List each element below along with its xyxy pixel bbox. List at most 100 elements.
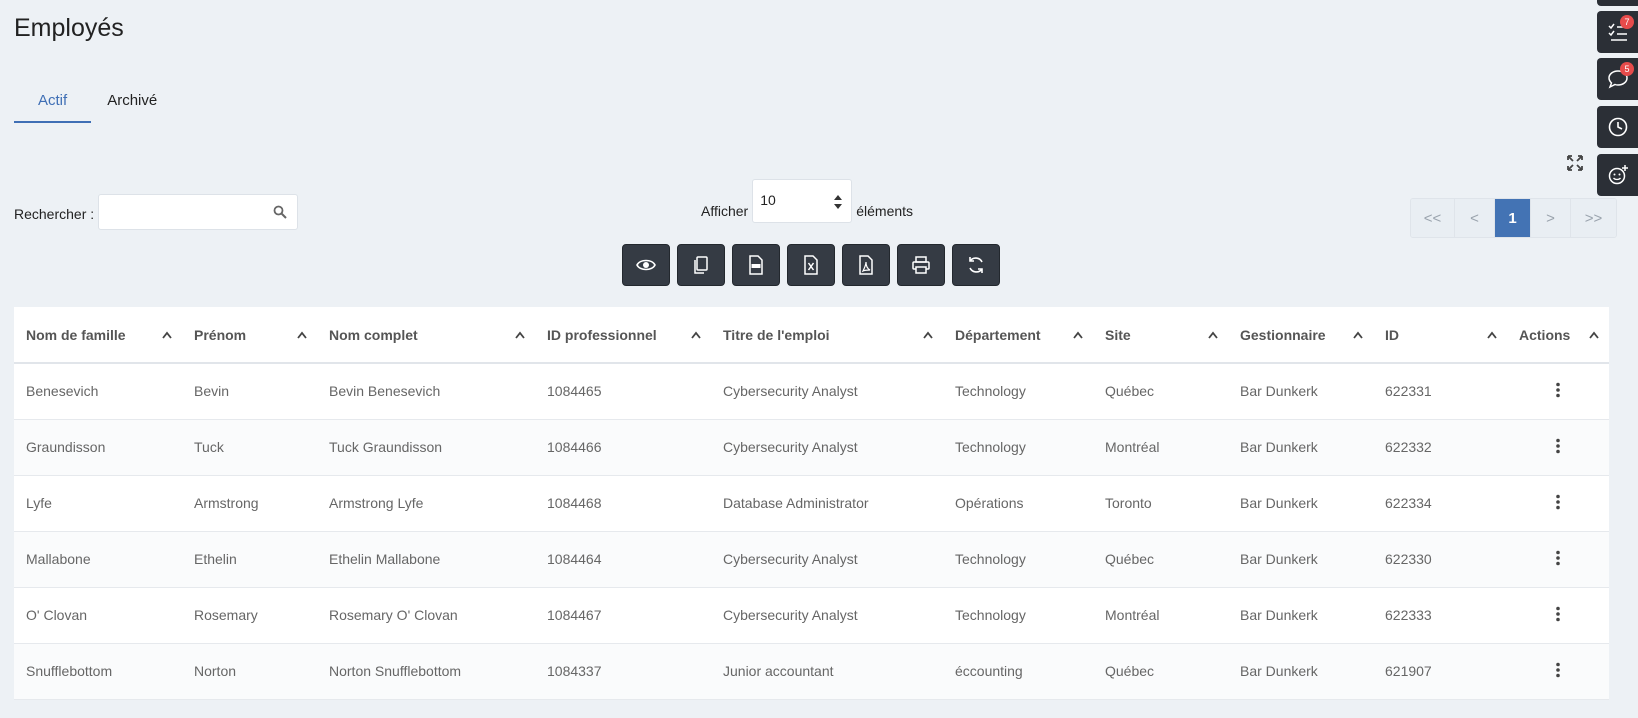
table-cell: Bar Dunkerk (1228, 475, 1373, 532)
column-header[interactable]: ID (1373, 307, 1507, 364)
table-cell: Opérations (943, 475, 1093, 532)
column-header-label: Actions (1519, 326, 1571, 343)
actions-cell (1507, 587, 1609, 644)
employees-table: Nom de famille Prénom Nom complet ID pro… (14, 307, 1609, 700)
column-header[interactable]: Actions (1507, 307, 1609, 364)
table-cell: Québec (1093, 363, 1228, 420)
sort-up-icon (297, 331, 307, 339)
kebab-menu-icon[interactable] (1555, 606, 1561, 622)
table-row[interactable]: Snufflebottom Norton Norton Snufflebottom 1… (14, 643, 1609, 700)
expand-icon[interactable] (1566, 154, 1584, 172)
column-header[interactable]: Prénom (182, 307, 317, 364)
table-cell: Graundisson (14, 419, 182, 476)
table-cell: Bar Dunkerk (1228, 643, 1373, 700)
column-header-label: Prénom (194, 326, 247, 343)
tab-archived[interactable]: Archivé (91, 86, 181, 123)
column-header[interactable]: Département (943, 307, 1093, 364)
time-button[interactable] (1597, 106, 1638, 148)
copy-icon (694, 256, 708, 274)
page-first-button[interactable]: << (1411, 199, 1455, 237)
table-cell: Technology (943, 531, 1093, 588)
column-header-label: Département (955, 326, 1041, 343)
table-cell: Québec (1093, 643, 1228, 700)
csv-button[interactable] (732, 244, 780, 286)
kebab-menu-icon[interactable] (1555, 382, 1561, 398)
copy-button[interactable] (677, 244, 725, 286)
column-header[interactable]: Nom de famille (14, 307, 182, 364)
search-box[interactable] (98, 194, 299, 230)
table-cell: Bevin (182, 363, 317, 420)
length-label-after: éléments (856, 203, 914, 219)
smiley-add-icon (1608, 165, 1628, 185)
feedback-button[interactable] (1597, 154, 1638, 196)
excel-button[interactable] (787, 244, 835, 286)
refresh-button[interactable] (952, 244, 1000, 286)
table-cell: 1084467 (535, 587, 711, 644)
tab-active[interactable]: Actif (14, 86, 92, 123)
page-next-button[interactable]: > (1531, 199, 1571, 237)
export-toolbar (622, 244, 1007, 286)
page-length: Afficher 10 éléments (701, 179, 913, 223)
table-header-row: Nom de famille Prénom Nom complet ID pro… (14, 307, 1609, 364)
table-cell: Montréal (1093, 587, 1228, 644)
table-cell: Cybersecurity Analyst (711, 587, 943, 644)
page-length-select[interactable]: 10 (752, 179, 853, 223)
table-cell: Cybersecurity Analyst (711, 419, 943, 476)
tasks-badge: 7 (1620, 15, 1634, 29)
pdf-icon (859, 255, 873, 275)
table-row[interactable]: Benesevich Bevin Bevin Benesevich 1084465 Cy… (14, 363, 1609, 420)
table-cell: éccounting (943, 643, 1093, 700)
table-cell: O' Clovan (14, 587, 182, 644)
column-header[interactable]: ID professionnel (535, 307, 711, 364)
sort-up-icon (923, 331, 933, 339)
page-prev-button[interactable]: < (1455, 199, 1495, 237)
tasks-button[interactable]: 7 (1597, 11, 1638, 53)
search-label: Rechercher : (14, 206, 95, 222)
kebab-menu-icon[interactable] (1555, 438, 1561, 454)
column-header[interactable]: Nom complet (317, 307, 535, 364)
table-cell: Technology (943, 587, 1093, 644)
search-area: Rechercher : (14, 194, 299, 230)
table-cell: Cybersecurity Analyst (711, 363, 943, 420)
kebab-menu-icon[interactable] (1555, 550, 1561, 566)
table-row[interactable]: O' Clovan Rosemary Rosemary O' Clovan 10844… (14, 587, 1609, 644)
kebab-menu-icon[interactable] (1555, 662, 1561, 678)
clock-icon (1608, 117, 1627, 137)
table-row[interactable]: Mallabone Ethelin Ethelin Mallabone 1084464… (14, 531, 1609, 588)
table-cell: Tuck Graundisson (317, 419, 535, 476)
page-last-button[interactable]: >> (1571, 199, 1616, 237)
table-cell: 622332 (1373, 419, 1507, 476)
table-cell: Armstrong Lyfe (317, 475, 535, 532)
pagination: << < 1 > >> (1410, 198, 1617, 238)
side-toolbar-top (1597, 0, 1638, 6)
actions-cell (1507, 419, 1609, 476)
table-cell: Technology (943, 363, 1093, 420)
messages-button[interactable]: 5 (1597, 58, 1638, 100)
sort-up-icon (162, 331, 172, 339)
spinner-arrows-icon (834, 195, 843, 209)
print-icon (912, 256, 930, 274)
column-header[interactable]: Titre de l'emploi (711, 307, 943, 364)
column-header-label: Site (1105, 326, 1131, 343)
print-button[interactable] (897, 244, 945, 286)
search-input[interactable] (99, 195, 260, 229)
page-length-value: 10 (760, 192, 776, 208)
actions-cell (1507, 363, 1609, 420)
pdf-button[interactable] (842, 244, 890, 286)
table-row[interactable]: Lyfe Armstrong Armstrong Lyfe 1084468 Databa… (14, 475, 1609, 532)
table-row[interactable]: Graundisson Tuck Tuck Graundisson 1084466 Cy… (14, 419, 1609, 476)
sort-up-icon (1208, 331, 1218, 339)
table-cell: Snufflebottom (14, 643, 182, 700)
page-current-button[interactable]: 1 (1495, 199, 1531, 237)
messages-badge: 5 (1620, 62, 1634, 76)
column-header[interactable]: Gestionnaire (1228, 307, 1373, 364)
table-cell: 622334 (1373, 475, 1507, 532)
table-cell: Bar Dunkerk (1228, 363, 1373, 420)
table-cell: 622331 (1373, 363, 1507, 420)
table-cell: Rosemary O' Clovan (317, 587, 535, 644)
table-cell: 622330 (1373, 531, 1507, 588)
csv-icon (749, 255, 763, 275)
kebab-menu-icon[interactable] (1555, 494, 1561, 510)
column-visibility-button[interactable] (622, 244, 670, 286)
column-header[interactable]: Site (1093, 307, 1228, 364)
